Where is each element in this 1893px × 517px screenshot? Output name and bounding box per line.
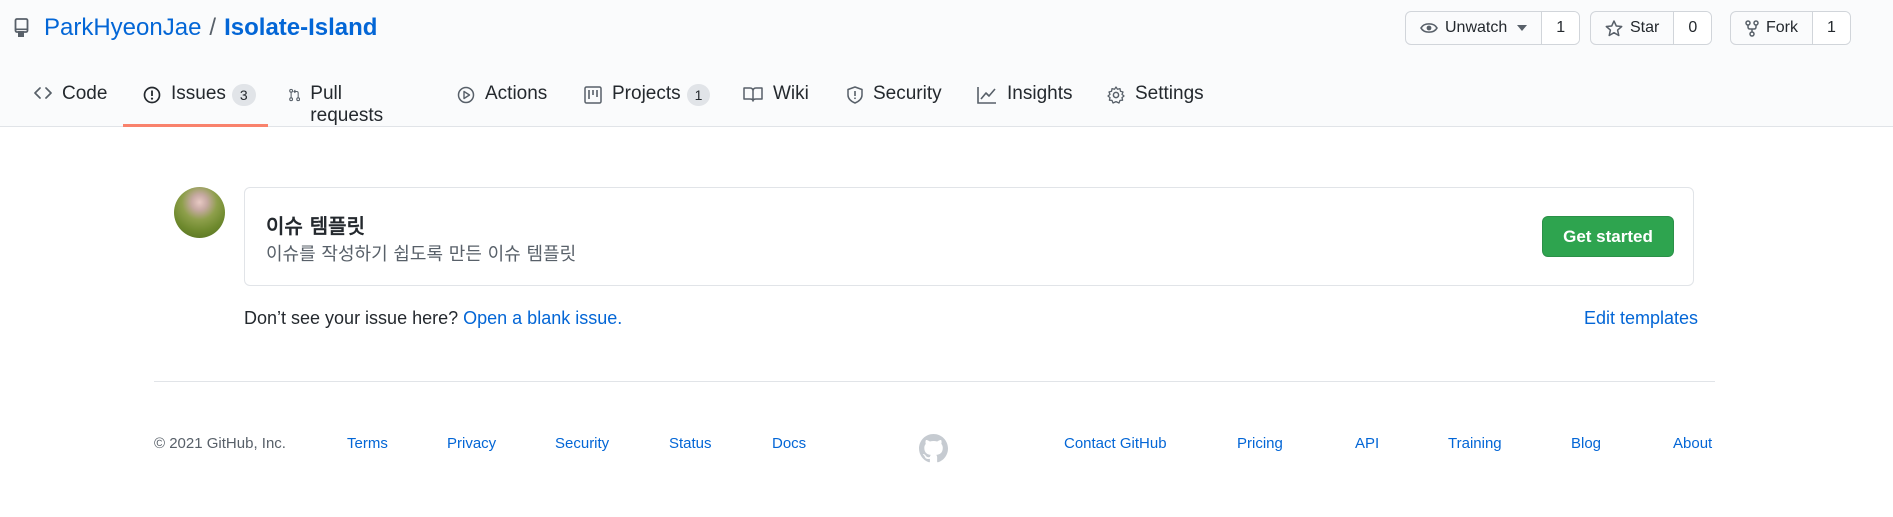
star-group: Star 0 bbox=[1590, 11, 1713, 45]
tab-settings-label: Settings bbox=[1135, 83, 1204, 104]
gear-icon bbox=[1107, 86, 1125, 104]
code-icon bbox=[34, 87, 52, 99]
watchers-count[interactable]: 1 bbox=[1542, 12, 1580, 44]
book-icon bbox=[743, 87, 763, 102]
issue-template-card: 이슈 템플릿 이슈를 작성하기 쉽도록 만든 이슈 템플릿 Get starte… bbox=[244, 187, 1694, 286]
tab-settings[interactable]: Settings bbox=[1107, 78, 1204, 127]
footer-link-pricing[interactable]: Pricing bbox=[1237, 435, 1283, 452]
footer-link-contact-github[interactable]: Contact GitHub bbox=[1064, 435, 1167, 452]
repo-separator: / bbox=[209, 14, 217, 41]
repo-owner-link[interactable]: ParkHyeonJae bbox=[44, 14, 201, 42]
tab-issues-label: Issues bbox=[171, 83, 226, 104]
footer-copyright: © 2021 GitHub, Inc. bbox=[154, 435, 286, 452]
tab-insights[interactable]: Insights bbox=[977, 78, 1072, 127]
repo-header: ParkHyeonJae / Isolate-Island Unwatch 1 … bbox=[0, 0, 1893, 127]
get-started-button[interactable]: Get started bbox=[1542, 216, 1674, 257]
footer-link-blog[interactable]: Blog bbox=[1571, 435, 1601, 452]
graph-icon bbox=[977, 87, 996, 104]
star-button[interactable]: Star bbox=[1591, 12, 1675, 44]
footer-link-about[interactable]: About bbox=[1673, 435, 1712, 452]
watch-group: Unwatch 1 bbox=[1405, 11, 1581, 45]
tab-actions-label: Actions bbox=[485, 83, 548, 104]
chevron-down-icon bbox=[1517, 25, 1528, 31]
tab-pull-requests[interactable]: Pull requests bbox=[289, 78, 388, 127]
edit-templates-link[interactable]: Edit templates bbox=[1584, 308, 1698, 329]
star-icon bbox=[1605, 19, 1623, 36]
projects-counter: 1 bbox=[686, 84, 711, 106]
repo-icon bbox=[14, 18, 32, 38]
tab-security[interactable]: Security bbox=[847, 78, 942, 127]
star-label: Star bbox=[1630, 19, 1660, 36]
template-title: 이슈 템플릿 bbox=[266, 214, 365, 238]
tab-pull-requests-label: Pull requests bbox=[310, 83, 384, 126]
tab-actions[interactable]: Actions bbox=[457, 78, 547, 127]
tab-code[interactable]: Code bbox=[34, 78, 107, 127]
play-icon bbox=[457, 86, 475, 104]
issue-opened-icon bbox=[143, 86, 161, 104]
tab-issues[interactable]: Issues 3 bbox=[143, 78, 256, 127]
footer-link-api[interactable]: API bbox=[1355, 435, 1379, 452]
tab-wiki-label: Wiki bbox=[773, 83, 809, 104]
pull-request-icon bbox=[289, 88, 301, 102]
forks-count[interactable]: 1 bbox=[1813, 12, 1850, 44]
footer-divider bbox=[154, 381, 1715, 382]
selected-tab-indicator bbox=[123, 124, 268, 127]
footer-link-security[interactable]: Security bbox=[555, 435, 609, 452]
repo-name-link[interactable]: Isolate-Island bbox=[224, 14, 377, 42]
avatar bbox=[174, 187, 225, 238]
tab-projects-label: Projects bbox=[612, 83, 681, 104]
fork-label: Fork bbox=[1766, 19, 1798, 36]
stars-count[interactable]: 0 bbox=[1674, 12, 1712, 44]
open-blank-issue-link[interactable]: Open a blank issue. bbox=[463, 308, 622, 328]
shield-icon bbox=[847, 86, 863, 104]
fork-icon bbox=[1745, 19, 1759, 37]
footer-link-status[interactable]: Status bbox=[669, 435, 712, 452]
template-description: 이슈를 작성하기 쉽도록 만든 이슈 템플릿 bbox=[266, 244, 577, 265]
eye-icon bbox=[1420, 23, 1438, 33]
footer-link-docs[interactable]: Docs bbox=[772, 435, 806, 452]
github-logo-icon[interactable] bbox=[919, 434, 948, 463]
tab-insights-label: Insights bbox=[1007, 83, 1073, 104]
project-icon bbox=[584, 86, 602, 104]
unwatch-label: Unwatch bbox=[1445, 19, 1508, 36]
tab-projects[interactable]: Projects 1 bbox=[584, 78, 711, 127]
blank-issue-question: Don’t see your issue here? bbox=[244, 308, 459, 328]
unwatch-button[interactable]: Unwatch bbox=[1406, 12, 1543, 44]
footer-link-terms[interactable]: Terms bbox=[347, 435, 388, 452]
fork-button[interactable]: Fork bbox=[1731, 12, 1813, 44]
tab-wiki[interactable]: Wiki bbox=[743, 78, 809, 127]
tab-code-label: Code bbox=[62, 83, 108, 104]
footer-link-privacy[interactable]: Privacy bbox=[447, 435, 496, 452]
repo-title: ParkHyeonJae / Isolate-Island bbox=[14, 12, 377, 44]
tab-security-label: Security bbox=[873, 83, 942, 104]
blank-issue-row: Don’t see your issue here? Open a blank … bbox=[244, 308, 622, 329]
footer-link-training[interactable]: Training bbox=[1448, 435, 1502, 452]
fork-group: Fork 1 bbox=[1730, 11, 1851, 45]
issues-counter: 3 bbox=[231, 84, 256, 106]
